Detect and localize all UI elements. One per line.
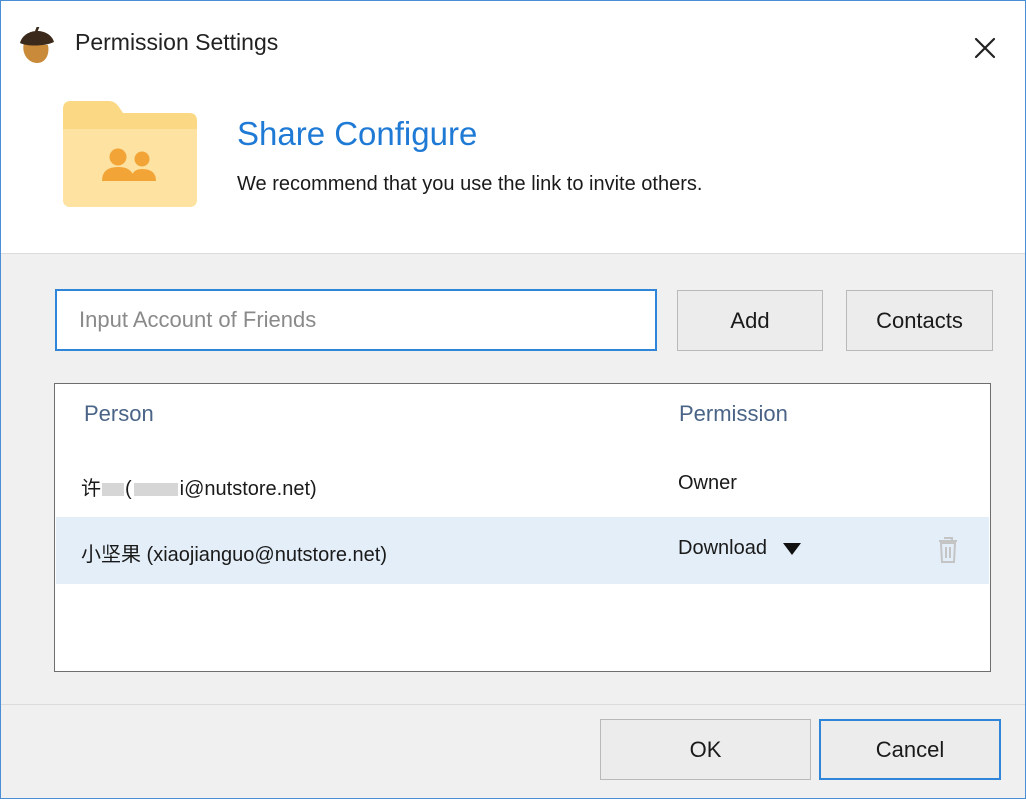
add-button[interactable]: Add (677, 290, 823, 351)
dropdown-arrow-icon (782, 542, 801, 555)
title-bar: Permission Settings (1, 1, 1025, 89)
member-row-selected[interactable]: 小坚果 (xiaojianguo@nutstore.net) Download (56, 517, 989, 584)
trash-icon[interactable] (937, 536, 959, 564)
dialog-header: Share Configure We recommend that you us… (1, 89, 1025, 254)
redacted-name-block (102, 483, 124, 497)
permission-dropdown-value: Download (678, 537, 767, 559)
permission-dropdown[interactable]: Download (678, 537, 801, 560)
header-title: Share Configure (237, 115, 478, 152)
cancel-button[interactable]: Cancel (819, 719, 1001, 780)
member-email-open: ( (125, 478, 132, 500)
redacted-email-block (133, 483, 178, 497)
ok-button[interactable]: OK (600, 719, 811, 780)
shared-folder-icon (63, 101, 197, 207)
acorn-icon (20, 27, 54, 63)
member-name: 小坚果 (xiaojianguo@nutstore.net) (81, 544, 387, 566)
friend-account-input[interactable] (55, 289, 657, 351)
close-icon[interactable] (967, 30, 1003, 66)
window-title: Permission Settings (75, 29, 279, 55)
member-row[interactable]: 许 ( i@nutstore.net) Owner (56, 451, 989, 518)
column-header-person: Person (84, 401, 154, 426)
member-list: Person Permission 许 ( i@nutstore.net) Owne… (54, 383, 991, 672)
member-name: 许 ( i@nutstore.net) (81, 472, 317, 501)
column-header-permission: Permission (679, 401, 788, 426)
header-subtitle: We recommend that you use the link to in… (237, 173, 703, 195)
member-name-prefix: 许 (81, 478, 101, 500)
member-email-suffix: i@nutstore.net) (179, 478, 317, 500)
member-permission: Owner (678, 472, 737, 494)
permission-settings-dialog: Permission Settings Share Configure We r… (0, 0, 1026, 799)
contacts-button[interactable]: Contacts (846, 290, 993, 351)
